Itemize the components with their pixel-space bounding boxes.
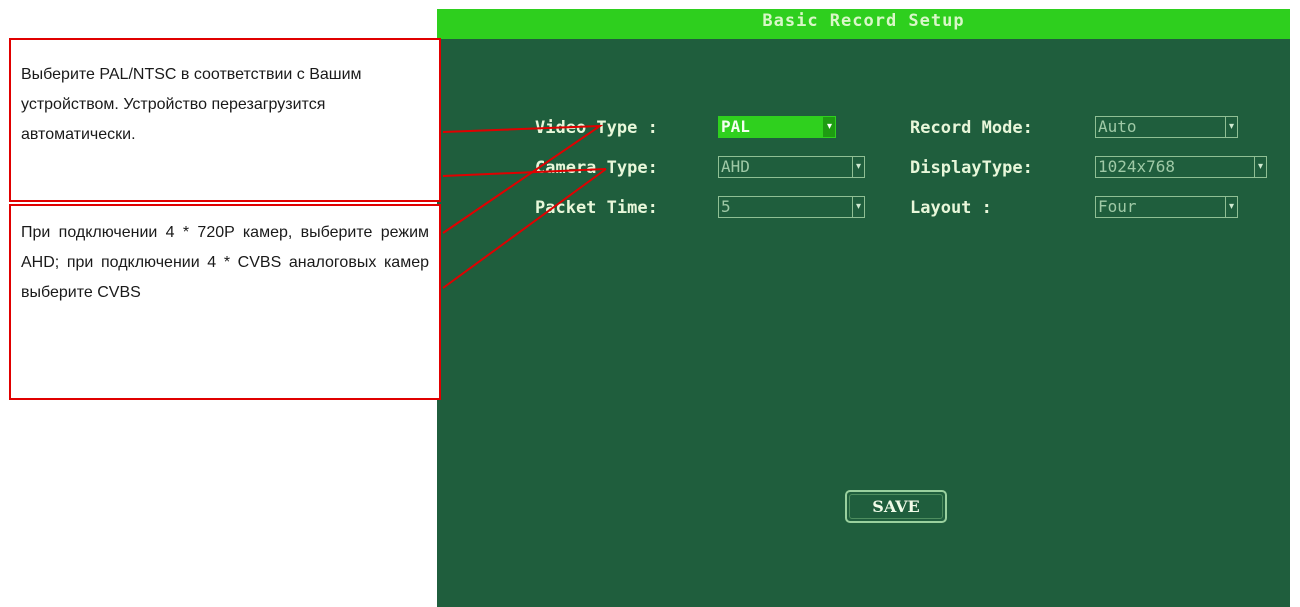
camera-type-dropdown[interactable]: AHD ▾	[718, 156, 865, 178]
camera-type-callout: При подключении 4 * 720P камер, выберите…	[9, 204, 441, 400]
chevron-down-icon[interactable]: ▾	[852, 197, 864, 217]
layout-value: Four	[1098, 197, 1137, 216]
record-mode-value: Auto	[1098, 117, 1137, 136]
video-type-label: Video Type :	[535, 118, 658, 138]
camera-type-label: Camera Type:	[535, 158, 658, 178]
chevron-down-icon[interactable]: ▾	[1225, 197, 1237, 217]
video-type-callout-text: Выберите PAL/NTSC в соответствии с Вашим…	[21, 66, 362, 143]
chevron-down-icon[interactable]: ▾	[1254, 157, 1266, 177]
display-type-value: 1024x768	[1098, 157, 1176, 176]
display-type-dropdown[interactable]: 1024x768 ▾	[1095, 156, 1267, 178]
window-title: Basic Record Setup	[437, 9, 1290, 39]
packet-time-label: Packet Time:	[535, 198, 658, 218]
video-type-callout: Выберите PAL/NTSC в соответствии с Вашим…	[9, 38, 441, 202]
camera-type-callout-text: При подключении 4 * 720P камер, выберите…	[21, 224, 429, 301]
chevron-down-icon[interactable]: ▾	[852, 157, 864, 177]
packet-time-dropdown[interactable]: 5 ▾	[718, 196, 865, 218]
camera-type-value: AHD	[721, 157, 750, 176]
display-type-label: DisplayType:	[910, 158, 1033, 178]
layout-label: Layout :	[910, 198, 992, 218]
packet-time-value: 5	[721, 197, 731, 216]
dvr-setup-screen: Basic Record Setup Video Type : PAL ▾ Ca…	[437, 9, 1290, 607]
record-mode-dropdown[interactable]: Auto ▾	[1095, 116, 1238, 138]
chevron-down-icon[interactable]: ▾	[823, 117, 835, 137]
layout-dropdown[interactable]: Four ▾	[1095, 196, 1238, 218]
save-button[interactable]: SAVE	[845, 490, 947, 523]
video-type-dropdown[interactable]: PAL ▾	[718, 116, 836, 138]
video-type-value: PAL	[721, 117, 750, 136]
chevron-down-icon[interactable]: ▾	[1225, 117, 1237, 137]
record-mode-label: Record Mode:	[910, 118, 1033, 138]
